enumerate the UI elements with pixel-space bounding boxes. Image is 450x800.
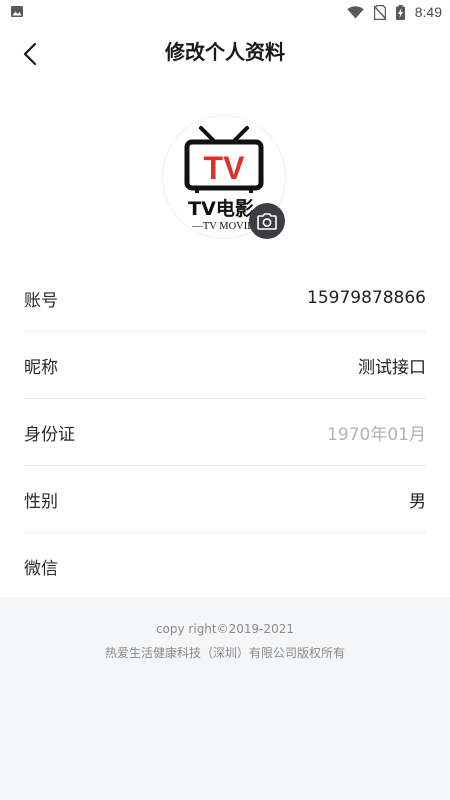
status-icons: 8:49 xyxy=(347,2,442,22)
svg-text:TV电影: TV电影 xyxy=(188,197,254,220)
no-sim-icon xyxy=(373,4,386,20)
account-row[interactable]: 账号 15979878866 xyxy=(24,265,426,332)
camera-icon xyxy=(257,212,277,230)
gender-label: 性别 xyxy=(24,491,58,512)
id-card-row[interactable]: 身份证 1970年01月 xyxy=(24,399,426,466)
gender-value: 男 xyxy=(409,491,426,512)
wechat-row[interactable]: 微信 xyxy=(24,533,426,599)
change-avatar-button[interactable] xyxy=(249,203,285,239)
account-label: 账号 xyxy=(24,290,58,311)
company-text: 热爱生活健康科技（深圳）有限公司版权所有 xyxy=(104,646,345,660)
status-bar: 8:49 xyxy=(0,0,450,24)
profile-list: 账号 15979878866 昵称 测试接口 身份证 1970年01月 性别 男… xyxy=(0,265,450,599)
id-card-value: 1970年01月 xyxy=(327,424,426,445)
svg-text:TV: TV xyxy=(204,150,246,186)
account-value: 15979878866 xyxy=(307,288,426,308)
svg-text:—TV MOVIE: —TV MOVIE xyxy=(191,221,253,232)
nickname-label: 昵称 xyxy=(24,357,58,378)
id-card-label: 身份证 xyxy=(24,424,75,445)
wifi-icon xyxy=(347,5,364,18)
nickname-row[interactable]: 昵称 测试接口 xyxy=(24,332,426,399)
wechat-label: 微信 xyxy=(24,558,58,579)
status-time: 8:49 xyxy=(414,4,442,20)
gallery-icon xyxy=(11,6,23,17)
gender-row[interactable]: 性别 男 xyxy=(24,466,426,533)
page-title: 修改个人资料 xyxy=(165,40,285,64)
battery-charging-icon xyxy=(395,4,405,20)
nickname-value: 测试接口 xyxy=(358,357,426,378)
copyright-text: copy right©2019-2021 xyxy=(155,622,295,636)
